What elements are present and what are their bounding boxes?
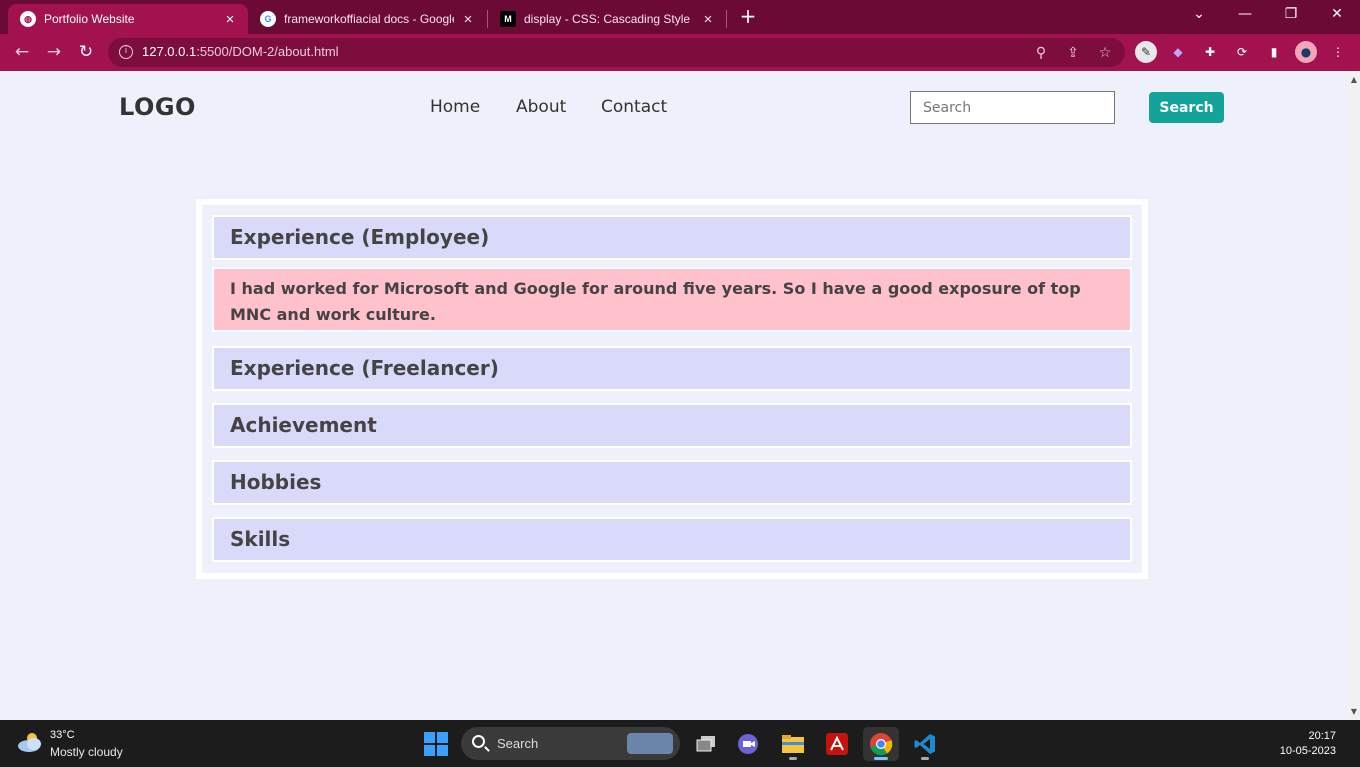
tab-framework-docs[interactable]: G frameworkoffiacial docs - Google ×	[248, 4, 486, 34]
teams-icon[interactable]	[730, 727, 766, 761]
url-text: 127.0.0.1:5500/DOM-2/about.html	[142, 44, 339, 59]
accordion-header-achievement[interactable]: Achievement	[212, 403, 1132, 448]
running-indicator	[874, 757, 888, 760]
cloudy-weather-icon[interactable]	[16, 730, 44, 754]
browser-tab-bar: ◍ Portfolio Website × G frameworkoffiaci…	[0, 0, 1360, 34]
accordion-title: Experience (Employee)	[230, 225, 490, 249]
accordion-header-hobbies[interactable]: Hobbies	[212, 460, 1132, 505]
vscode-icon[interactable]	[907, 727, 943, 761]
search-button[interactable]: Search	[1149, 92, 1224, 123]
extension-avatar-icon[interactable]: ✎	[1135, 41, 1157, 63]
page-scrollbar[interactable]: ▲ ▼	[1348, 71, 1360, 720]
weather-temperature: 33°C	[50, 729, 75, 741]
tab-title: display - CSS: Cascading Style Sh	[524, 12, 694, 26]
nav-link-contact[interactable]: Contact	[601, 97, 667, 117]
browser-toolbar: ← → ↻ i 127.0.0.1:5500/DOM-2/about.html …	[0, 34, 1360, 71]
url-path: :5500/DOM-2/about.html	[196, 44, 339, 59]
accordion-content-experience-employee: I had worked for Microsoft and Google fo…	[212, 267, 1132, 332]
extension-sync-icon[interactable]: ⟳	[1231, 41, 1253, 63]
profile-avatar[interactable]: ●	[1295, 41, 1317, 63]
tab-separator	[726, 10, 727, 28]
accordion-title: Hobbies	[230, 470, 322, 494]
search-input[interactable]	[910, 91, 1115, 124]
zoom-icon[interactable]: ⚲	[1032, 44, 1050, 62]
mdn-icon: M	[500, 11, 516, 27]
windows-start-icon[interactable]	[424, 732, 448, 756]
tab-title: Portfolio Website	[44, 12, 135, 26]
clock-date[interactable]: 10-05-2023	[1280, 745, 1336, 757]
tab-mdn-display[interactable]: M display - CSS: Cascading Style Sh ×	[488, 4, 726, 34]
search-highlight-image	[627, 733, 673, 754]
taskbar-search-label: Search	[497, 736, 539, 751]
forward-arrow-icon[interactable]: →	[41, 40, 67, 66]
address-bar[interactable]: i 127.0.0.1:5500/DOM-2/about.html ⚲ ⇪ ☆	[108, 38, 1125, 67]
close-tab-icon[interactable]: ×	[460, 11, 476, 28]
running-indicator	[789, 757, 797, 760]
search-icon	[472, 735, 485, 748]
accordion-header-skills[interactable]: Skills	[212, 517, 1132, 562]
chrome-icon[interactable]	[863, 727, 899, 761]
accordion-title: Achievement	[230, 413, 377, 437]
globe-icon: ◍	[20, 11, 36, 27]
running-indicator	[921, 757, 929, 760]
accordion-title: Skills	[230, 527, 291, 551]
tab-portfolio-website[interactable]: ◍ Portfolio Website ×	[8, 4, 248, 34]
nav-link-about[interactable]: About	[516, 97, 566, 117]
site-logo[interactable]: LOGO	[119, 93, 196, 121]
site-info-icon[interactable]: i	[119, 45, 133, 59]
nav-link-home[interactable]: Home	[430, 97, 480, 117]
weather-description: Mostly cloudy	[50, 745, 123, 759]
accordion-panel: Experience (Employee) I had worked for M…	[196, 199, 1148, 579]
accordion-header-experience-employee[interactable]: Experience (Employee)	[212, 215, 1132, 260]
file-explorer-folder-icon[interactable]	[775, 727, 811, 761]
tab-search-chevron-icon[interactable]: ⌄	[1176, 0, 1222, 30]
close-window-button[interactable]: ✕	[1314, 0, 1360, 30]
accordion-title: Experience (Freelancer)	[230, 356, 499, 380]
tab-title: frameworkoffiacial docs - Google	[284, 12, 454, 26]
windows-taskbar: 33°C Mostly cloudy Search 20:17 10-05-20…	[0, 720, 1360, 767]
close-tab-icon[interactable]: ×	[222, 11, 238, 28]
page-viewport: LOGO Home About Contact Search Experienc…	[0, 71, 1348, 720]
close-tab-icon[interactable]: ×	[700, 11, 716, 28]
extension-purple-icon[interactable]: ◆	[1167, 41, 1189, 63]
url-host: 127.0.0.1	[142, 44, 197, 59]
taskbar-search-box[interactable]: Search	[461, 727, 680, 760]
clock-time[interactable]: 20:17	[1308, 730, 1336, 742]
scroll-up-arrow-icon[interactable]: ▲	[1350, 75, 1358, 84]
back-arrow-icon[interactable]: ←	[9, 40, 35, 66]
bookmark-star-icon[interactable]: ☆	[1096, 44, 1114, 62]
share-icon[interactable]: ⇪	[1064, 44, 1082, 62]
accordion-container: Experience (Employee) I had worked for M…	[202, 205, 1142, 573]
google-icon: G	[260, 11, 276, 27]
new-tab-button[interactable]: +	[737, 5, 759, 27]
menu-kebab-icon[interactable]: ⋮	[1327, 41, 1349, 63]
scroll-down-arrow-icon[interactable]: ▼	[1350, 707, 1358, 716]
reload-icon[interactable]: ↻	[73, 40, 99, 66]
minimize-button[interactable]: —	[1222, 0, 1268, 30]
extensions-puzzle-icon[interactable]: ✚	[1199, 41, 1221, 63]
restore-button[interactable]: ❐	[1268, 0, 1314, 30]
task-view-icon[interactable]	[688, 727, 724, 761]
side-panel-icon[interactable]: ▮	[1263, 41, 1285, 63]
accordion-header-experience-freelancer[interactable]: Experience (Freelancer)	[212, 346, 1132, 391]
pdf-reader-icon[interactable]	[819, 727, 855, 761]
